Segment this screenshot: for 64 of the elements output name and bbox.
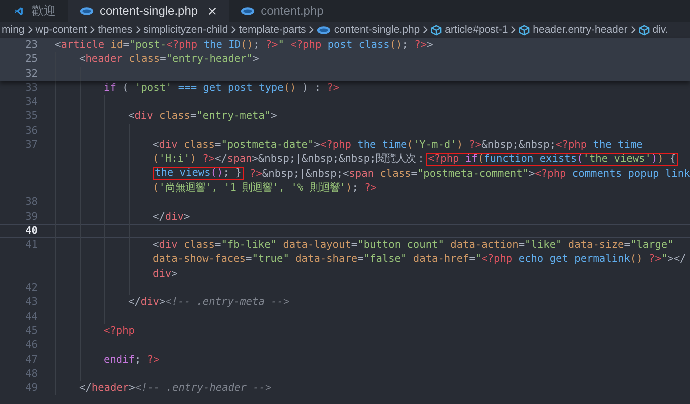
code-text: if ( 'post' === get_post_type() ) : ?> [104, 80, 340, 96]
code-text: <div class="fb-like" data-layout="button_count" data-action="like" data-size="large" [153, 238, 674, 252]
breadcrumb-item[interactable]: content-single.php [317, 24, 420, 36]
cube-icon [638, 24, 650, 36]
breadcrumb-item[interactable]: div. [638, 24, 668, 36]
breadcrumb-item[interactable]: ming [2, 24, 25, 36]
breadcrumb-item[interactable]: article#post-1 [431, 24, 508, 36]
breadcrumb-item[interactable]: template-parts [239, 24, 306, 36]
cube-icon [519, 24, 530, 36]
line-number: 25 [24, 52, 38, 67]
line-number: 39 [24, 210, 38, 224]
breadcrumb-item[interactable]: header.entry-header [519, 24, 628, 36]
code-text: ?>&nbsp;|&nbsp;<span class="postmeta-comment"><?php comments_popup_link [249, 166, 690, 181]
php-file-icon [317, 26, 332, 34]
chevron-icon [630, 26, 636, 34]
code-text: <article id="post-<?php the_ID(); ?>" <?php post_class(); ?>> [55, 38, 434, 52]
line-number: 44 [24, 310, 38, 324]
code-text: </header><!-- .entry-header --> [80, 381, 272, 396]
code-text: ('尚無迴響', '1 則迴響', '% 則迴響'); ?> [153, 180, 378, 196]
code-text: <div class="entry-meta"> [128, 109, 278, 124]
chevron-icon [90, 26, 96, 34]
php-file-icon [241, 6, 256, 16]
line-number: 32 [24, 66, 38, 81]
chevron-icon [423, 26, 428, 34]
code-text: <header class="entry-header"> [80, 52, 260, 67]
line-number: 43 [24, 295, 38, 310]
line-number: 46 [24, 338, 38, 353]
line-number: 34 [24, 95, 38, 110]
line-number: 38 [24, 195, 38, 210]
line-number: 48 [24, 366, 38, 382]
code-text: data-show-faces="true" data-share="false" data-href="<?php echo get_permalink() ?>"></ [153, 252, 686, 267]
code-text: </div><!-- .entry-meta --> [128, 295, 290, 310]
line-number: 33 [24, 80, 38, 96]
line-number: 40 [24, 224, 38, 238]
code-text: <div class="postmeta-date"><?php the_time('Y-m-d') ?>&nbsp;&nbsp;<?php the_time [153, 138, 643, 152]
line-number: 49 [24, 381, 38, 396]
code-text: ('H:i') ?></span>&nbsp;|&nbsp;&nbsp;閱覽人次： [153, 152, 426, 167]
line-number: 36 [24, 124, 38, 138]
code-text: <?php [104, 324, 135, 338]
chevron-icon [28, 26, 33, 34]
line-number: 35 [24, 109, 38, 124]
php-file-icon [80, 6, 94, 16]
chevron-icon [231, 26, 236, 34]
breadcrumb-item[interactable]: themes [98, 24, 133, 36]
breadcrumb-item[interactable]: simplicityzen-child [144, 24, 228, 36]
line-number: 42 [24, 281, 38, 296]
line-number: 45 [24, 324, 38, 338]
chevron-icon [309, 26, 314, 34]
highlighted-code: <?php if(function_exists('the_views')) { [426, 153, 678, 166]
code-editor-logo-icon [12, 6, 26, 16]
code-text: </div> [153, 210, 190, 224]
highlighted-code: the_views(); } [153, 167, 244, 180]
chevron-icon [511, 26, 516, 34]
breadcrumb-item[interactable]: wp-content [36, 24, 88, 36]
line-number: 41 [24, 238, 38, 252]
chevron-icon [136, 26, 141, 34]
code-text: endif; ?> [104, 352, 160, 367]
line-number: 47 [24, 352, 38, 367]
line-number: 37 [24, 138, 38, 152]
editor-tab[interactable]: content-single.php [68, 0, 230, 22]
close-icon[interactable] [208, 6, 218, 16]
code-text: div> [153, 266, 178, 282]
line-number: 23 [24, 38, 38, 52]
cube-icon [431, 24, 442, 36]
